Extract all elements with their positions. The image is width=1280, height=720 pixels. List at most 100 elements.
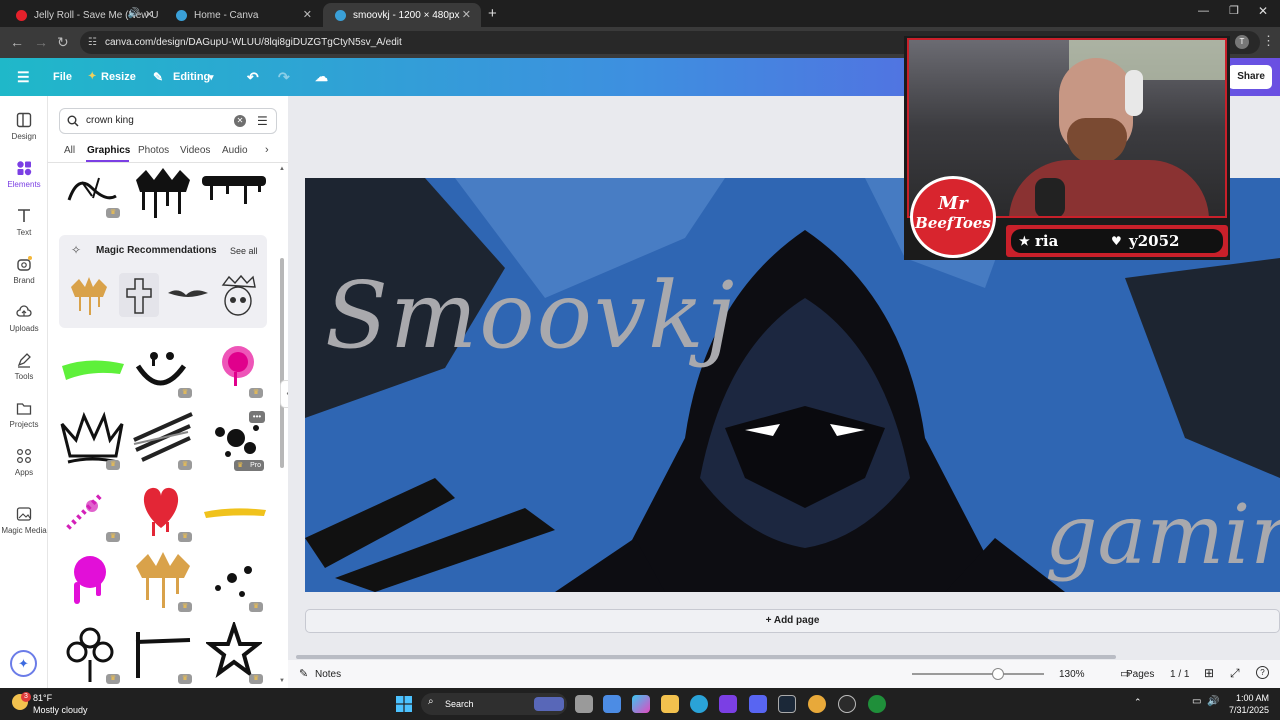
cloud-save-icon[interactable]: ☁ bbox=[315, 58, 328, 96]
help-icon[interactable]: ? bbox=[1256, 666, 1269, 679]
grid-view-icon[interactable]: ⊞ bbox=[1204, 666, 1214, 680]
premium-crown-icon: ♛ bbox=[178, 602, 192, 612]
tab-photos[interactable]: Photos bbox=[138, 145, 169, 156]
scroll-up-icon[interactable]: ▲ bbox=[279, 166, 285, 172]
gold-crown-graphic[interactable] bbox=[67, 273, 111, 317]
profile-avatar[interactable]: T bbox=[1235, 35, 1249, 49]
zoom-level[interactable]: 130% bbox=[1059, 669, 1085, 680]
weather-temp[interactable]: 81°F bbox=[33, 693, 52, 703]
yellow-brush-stroke-graphic[interactable] bbox=[202, 502, 268, 522]
back-icon[interactable]: ← bbox=[10, 34, 24, 50]
weather-desc[interactable]: Mostly cloudy bbox=[33, 705, 88, 715]
tab-youtube[interactable]: Jelly Roll - Save Me (New U 🔊 ✕ bbox=[4, 3, 164, 27]
close-tab-icon[interactable]: ✕ bbox=[462, 8, 471, 21]
rail-projects[interactable]: Projects bbox=[0, 400, 48, 429]
task-view-icon[interactable] bbox=[575, 695, 593, 713]
search-input[interactable]: crown king ✕ ☰ bbox=[59, 108, 277, 134]
add-page-button[interactable]: + Add page bbox=[305, 609, 1280, 633]
pages-button[interactable]: Pages bbox=[1126, 669, 1154, 680]
resize-icon: ✦ bbox=[88, 71, 97, 82]
canva-icon bbox=[335, 9, 346, 21]
magic-assistant-button[interactable]: ✦ bbox=[10, 650, 37, 677]
close-tab-icon[interactable]: ✕ bbox=[303, 8, 312, 21]
panel-scrollbar[interactable]: ▲ ▼ bbox=[279, 166, 285, 686]
start-button[interactable] bbox=[396, 696, 412, 712]
premium-crown-icon: ♛ bbox=[178, 532, 192, 542]
scroll-down-icon[interactable]: ▼ bbox=[279, 678, 285, 684]
chevron-right-icon[interactable]: › bbox=[265, 144, 269, 156]
see-all-link[interactable]: See all bbox=[230, 246, 258, 256]
tab-graphics[interactable]: Graphics bbox=[87, 145, 130, 156]
resize-button[interactable]: Resize bbox=[101, 58, 136, 96]
clock-date[interactable]: 7/31/2025 bbox=[1229, 705, 1269, 715]
tab-all[interactable]: All bbox=[64, 145, 75, 156]
rail-design[interactable]: Design bbox=[0, 112, 48, 141]
design-title-text[interactable]: Smoovkj bbox=[325, 262, 736, 369]
horizontal-scrollbar[interactable] bbox=[296, 655, 1116, 659]
notes-button[interactable]: Notes bbox=[315, 669, 341, 680]
skull-king-graphic[interactable] bbox=[217, 273, 259, 319]
filter-icon[interactable]: ☰ bbox=[257, 109, 268, 133]
rail-text[interactable]: Text bbox=[0, 208, 48, 237]
more-options-icon[interactable]: ••• bbox=[249, 411, 265, 423]
magenta-drip-blob-graphic[interactable] bbox=[66, 552, 112, 612]
tab-canva-home[interactable]: Home - Canva ✕ bbox=[164, 3, 322, 27]
undo-icon[interactable]: ↶ bbox=[247, 58, 259, 96]
app-purple-icon[interactable] bbox=[719, 695, 737, 713]
close-window-icon[interactable]: ✕ bbox=[1258, 4, 1268, 18]
file-explorer-icon[interactable] bbox=[661, 695, 679, 713]
tray-chevron-icon[interactable]: ⌃ bbox=[1134, 697, 1142, 708]
notification-badge: 3 bbox=[21, 692, 31, 702]
tab-design[interactable]: smoovkj - 1200 × 480px ✕ bbox=[323, 3, 481, 27]
zoom-slider[interactable] bbox=[912, 668, 1044, 680]
star-outline-graphic[interactable] bbox=[206, 622, 262, 678]
rail-uploads[interactable]: Uploads bbox=[0, 304, 48, 333]
network-icon[interactable]: ▭ bbox=[1192, 696, 1201, 707]
pink-spray-graphic[interactable] bbox=[210, 342, 268, 392]
xbox-icon[interactable] bbox=[868, 695, 886, 713]
clear-search-icon[interactable]: ✕ bbox=[234, 115, 246, 127]
winged-graphic[interactable] bbox=[166, 285, 210, 305]
edge-icon[interactable] bbox=[690, 695, 708, 713]
store-icon[interactable] bbox=[603, 695, 621, 713]
rail-tools[interactable]: Tools bbox=[0, 352, 48, 381]
discord-icon[interactable] bbox=[749, 695, 767, 713]
chrome-icon[interactable] bbox=[808, 695, 826, 713]
obs-icon[interactable] bbox=[838, 695, 856, 713]
magenta-splatter-graphic[interactable] bbox=[62, 488, 114, 534]
rail-apps[interactable]: Apps bbox=[0, 448, 48, 477]
new-tab-button[interactable]: + bbox=[488, 5, 497, 22]
minimize-icon[interactable]: — bbox=[1198, 5, 1209, 17]
dripping-crown-graphic[interactable] bbox=[132, 166, 194, 224]
dot-splatter-graphic[interactable] bbox=[208, 558, 264, 606]
file-menu-button[interactable]: File bbox=[53, 58, 72, 96]
taskbar-search[interactable]: ⌕ Search bbox=[421, 693, 567, 715]
zoom-slider-handle[interactable] bbox=[992, 668, 1004, 680]
steam-icon[interactable] bbox=[778, 695, 796, 713]
menu-dots-icon[interactable]: ⋮ bbox=[1262, 33, 1275, 49]
fullscreen-icon[interactable]: ⤢ bbox=[1230, 666, 1240, 681]
editing-mode-button[interactable]: Editing bbox=[173, 58, 210, 96]
share-button[interactable]: Share bbox=[1228, 65, 1272, 89]
copilot-icon[interactable] bbox=[632, 695, 650, 713]
rail-brand[interactable]: Brand bbox=[0, 256, 48, 285]
rail-magic-media[interactable]: Magic Media bbox=[0, 506, 48, 535]
forward-icon[interactable]: → bbox=[34, 34, 48, 50]
maximize-icon[interactable]: ❐ bbox=[1229, 4, 1239, 17]
cross-graphic[interactable] bbox=[119, 273, 159, 317]
design-subtitle-text[interactable]: gamin bbox=[1045, 488, 1280, 583]
close-tab-icon[interactable]: ✕ bbox=[145, 8, 154, 21]
black-drip-graphic[interactable] bbox=[200, 174, 268, 208]
site-info-icon[interactable]: ☷ bbox=[88, 31, 97, 54]
scrollbar-thumb[interactable] bbox=[280, 258, 284, 468]
rail-elements[interactable]: Elements bbox=[0, 160, 48, 189]
hamburger-menu-icon[interactable]: ☰ bbox=[17, 58, 30, 96]
green-brush-stroke-graphic[interactable] bbox=[60, 354, 126, 386]
tab-audio[interactable]: Audio bbox=[222, 145, 248, 156]
reload-icon[interactable]: ↻ bbox=[57, 34, 69, 51]
redo-icon[interactable]: ↷ bbox=[278, 58, 290, 96]
volume-icon[interactable]: 🔊 bbox=[1207, 696, 1219, 707]
clock-time[interactable]: 1:00 AM bbox=[1236, 693, 1269, 703]
tab-videos[interactable]: Videos bbox=[180, 145, 210, 156]
windows-logo-icon bbox=[396, 696, 412, 712]
